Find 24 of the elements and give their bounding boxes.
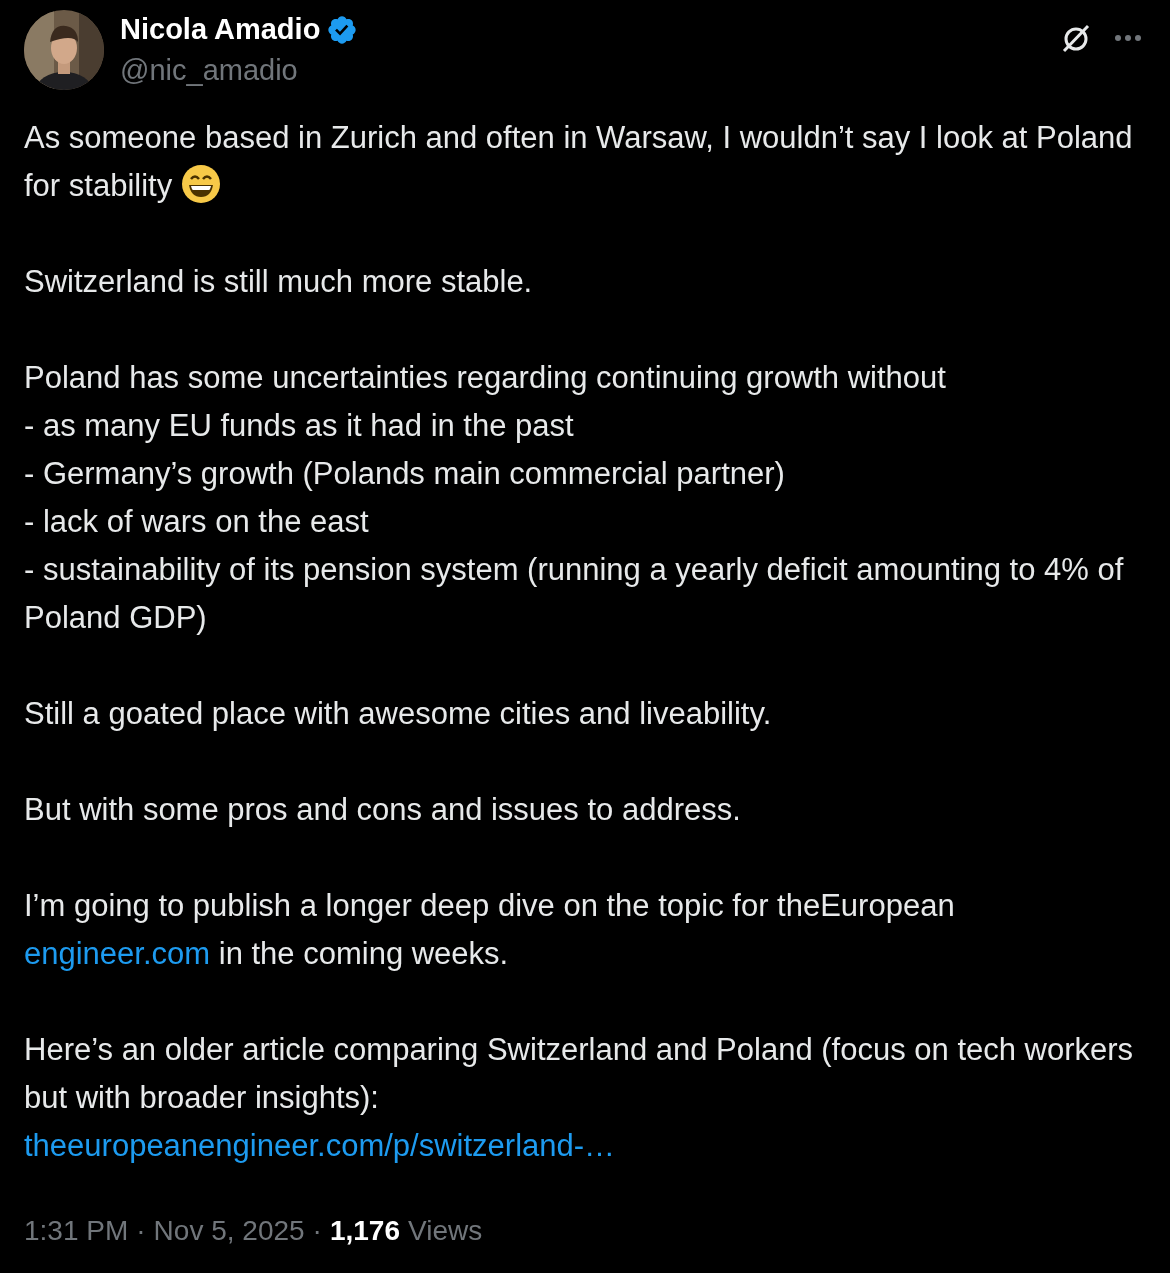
tweet-text: Here’s an older article comparing Switzerland and Poland (focus on tech workers but with broader insights): — [24, 1031, 1135, 1117]
tweet-text: Still a goated place with awesome cities and liveability. — [24, 695, 773, 733]
views-label: Views — [408, 1214, 483, 1248]
tweet-text: - Germany’s growth (Polands main commercial partner) — [24, 455, 786, 493]
link[interactable]: theeuropeanengineer.com/p/switzerland-… — [24, 1128, 616, 1163]
views-count: 1,176 — [329, 1214, 400, 1248]
tweet-text: Poland has some uncertainties regarding continuing growth without — [24, 359, 947, 397]
link[interactable]: engineer.com — [24, 936, 211, 971]
separator-dot: · — [136, 1214, 146, 1248]
tweet-text: - as many EU funds as it had in the past — [24, 407, 575, 445]
author-handle[interactable]: @nic_amadio — [120, 50, 359, 90]
author-name[interactable]: Nicola Amadio — [120, 8, 321, 52]
separator-dot: · — [312, 1214, 322, 1248]
tweet-text: Switzerland is still much more stable. — [24, 263, 534, 301]
more-icon[interactable] — [1114, 34, 1142, 42]
tweet-text: - lack of wars on the east — [24, 503, 370, 541]
slashed-circle-icon[interactable] — [1060, 22, 1092, 54]
grinning-face-icon — [180, 164, 221, 204]
post-time[interactable]: 1:31 PM — [24, 1210, 129, 1252]
tweet-text: I’m going to publish a longer deep dive on the topic for theEuropean engineer.com in the coming weeks. — [24, 887, 956, 973]
tweet-text: - sustainability of its pension system (running a yearly deficit amounting to 4% of Poland GDP) — [24, 551, 1125, 637]
post-date[interactable]: Nov 5, 2025 — [153, 1210, 305, 1252]
tweet-text: But with some pros and cons and issues to address. — [24, 791, 742, 829]
tweet-text: As someone based in Zurich and often in Warsaw, I wouldn’t say I look at Poland for stability — [24, 119, 1134, 206]
